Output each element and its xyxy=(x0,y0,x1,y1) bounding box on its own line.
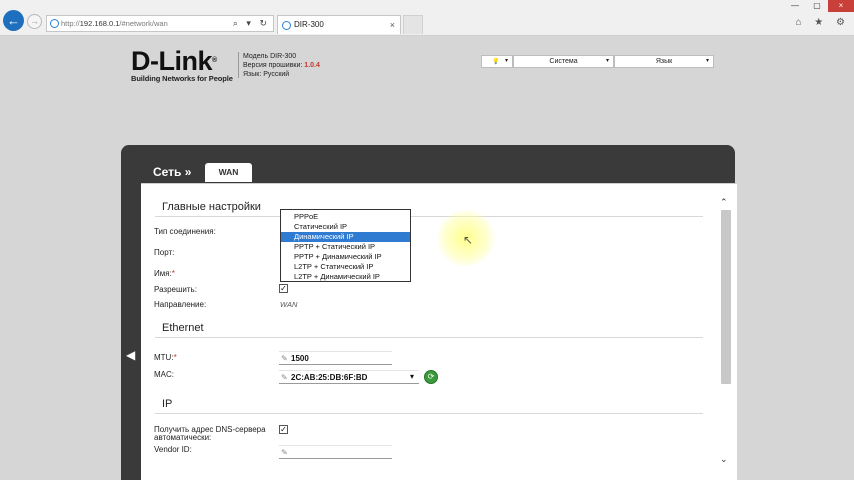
dns-auto-label: Получить адрес DNS-сервера автоматически… xyxy=(154,425,266,442)
logo-text: D-Link xyxy=(131,46,213,76)
mtu-value: 1500 xyxy=(291,354,309,363)
scrollbar-thumb[interactable] xyxy=(721,210,731,384)
direction-label: Направление: xyxy=(154,300,207,309)
dropdown-option[interactable]: L2TP + Динамический IP xyxy=(281,272,410,282)
back-icon[interactable]: ← xyxy=(3,10,24,31)
bulb-menu[interactable]: 💡 ▾ xyxy=(481,55,513,68)
chevron-down-icon: ▾ xyxy=(504,58,508,64)
maximize-icon[interactable]: ▢ xyxy=(806,0,828,12)
dns-auto-checkbox[interactable]: ✓ xyxy=(279,425,288,434)
name-label-text: Имя: xyxy=(154,269,172,278)
cursor-icon: ↖ xyxy=(463,233,474,247)
address-tools-icon[interactable]: ⌕ ▾ ↻ xyxy=(233,16,270,31)
scroll-up-icon[interactable]: ⌃ xyxy=(720,197,728,208)
mtu-label-text: MTU: xyxy=(154,353,174,362)
system-menu-label: Система xyxy=(549,58,578,65)
port-label: Порт: xyxy=(154,248,175,257)
pen-icon: ✎ xyxy=(281,354,288,363)
url-path: /#network/wan xyxy=(119,19,168,28)
bulb-icon: 💡 xyxy=(492,59,500,65)
chevron-down-icon: ▾ xyxy=(605,58,609,64)
header-divider xyxy=(238,52,239,78)
tab-wan[interactable]: WAN xyxy=(205,163,252,182)
divider xyxy=(155,216,703,217)
mac-dropdown-icon[interactable]: ▾ xyxy=(410,372,414,381)
language-line: Язык: Русский xyxy=(243,71,290,78)
firmware-version: 1.0.4 xyxy=(304,62,320,69)
logo-tagline: Building Networks for People xyxy=(131,74,233,83)
forward-icon[interactable]: → xyxy=(27,14,42,29)
left-strip xyxy=(121,189,141,480)
main-settings-title: Главные настройки xyxy=(162,201,261,213)
browser-tab[interactable]: DIR-300 × xyxy=(277,15,401,34)
mac-label: MAC: xyxy=(154,370,174,379)
favicon-icon xyxy=(282,21,291,30)
new-tab-button[interactable] xyxy=(403,15,423,34)
language-menu-label: Язык xyxy=(655,58,673,65)
allow-checkbox[interactable]: ✓ xyxy=(279,284,288,293)
dropdown-option[interactable]: PPPoE xyxy=(281,212,410,222)
device-info: Модель DIR-300 Версия прошивки: 1.0.4 Яз… xyxy=(243,52,320,79)
home-star-gear-icons[interactable]: ⌂ ★ ⚙ xyxy=(795,17,850,28)
window-controls: — ▢ × xyxy=(784,0,854,12)
direction-value: WAN xyxy=(280,300,298,309)
name-label: Имя:* xyxy=(154,269,175,278)
chevron-down-icon: ▾ xyxy=(705,58,709,64)
url-host: 192.168.0.1 xyxy=(79,19,120,28)
vendor-id-label: Vendor ID: xyxy=(154,445,192,454)
ethernet-title: Ethernet xyxy=(162,322,204,334)
dlink-logo: D-Link® Building Networks for People xyxy=(131,46,233,84)
dropdown-option[interactable]: PPTP + Статический IP xyxy=(281,242,410,252)
required-mark: * xyxy=(171,269,175,278)
model-line: Модель DIR-300 xyxy=(243,53,297,60)
dropdown-option[interactable]: PPTP + Динамический IP xyxy=(281,252,410,262)
firmware-label: Версия прошивки: xyxy=(243,62,303,69)
minimize-icon[interactable]: — xyxy=(784,0,806,12)
vendor-id-field[interactable]: ✎ xyxy=(279,445,392,459)
connection-type-dropdown[interactable]: PPPoE Статический IP Динамический IP PPT… xyxy=(280,209,411,282)
logo-registered: ® xyxy=(212,57,217,64)
ip-title: IP xyxy=(162,398,173,410)
close-window-icon[interactable]: × xyxy=(828,0,854,12)
pen-icon: ✎ xyxy=(281,448,288,457)
dropdown-option[interactable]: Статический IP xyxy=(281,222,410,232)
mtu-field[interactable]: ✎ 1500 xyxy=(279,351,392,365)
tab-title: DIR-300 xyxy=(294,20,324,29)
divider xyxy=(155,413,703,414)
language-menu[interactable]: Язык ▾ xyxy=(614,55,714,68)
top-menus: 💡 ▾ Система ▾ Язык ▾ xyxy=(481,55,714,68)
pen-icon: ✎ xyxy=(281,373,288,382)
required-mark: * xyxy=(173,353,177,362)
mac-value: 2C:AB:25:DB:6F:BD xyxy=(291,373,368,382)
mtu-label: MTU:* xyxy=(154,353,177,362)
dropdown-option-selected[interactable]: Динамический IP xyxy=(281,232,410,242)
clone-mac-button[interactable]: ⟳ xyxy=(424,370,438,384)
system-menu[interactable]: Система ▾ xyxy=(513,55,614,68)
collapse-icon[interactable]: ◀ xyxy=(126,348,135,362)
url-prefix: http:// xyxy=(61,19,80,28)
tab-close-icon[interactable]: × xyxy=(390,16,395,34)
dropdown-option[interactable]: L2TP + Статический IP xyxy=(281,262,410,272)
mac-field[interactable]: ✎ 2C:AB:25:DB:6F:BD xyxy=(279,370,419,384)
browser-chrome: ← → http://192.168.0.1/#network/wan ⌕ ▾ … xyxy=(0,0,854,36)
address-bar[interactable]: http://192.168.0.1/#network/wan ⌕ ▾ ↻ xyxy=(46,15,274,32)
allow-label: Разрешить: xyxy=(154,285,197,294)
divider xyxy=(155,337,703,338)
page-title[interactable]: Сеть » xyxy=(153,165,191,179)
globe-icon xyxy=(50,19,59,28)
scroll-down-icon[interactable]: ⌄ xyxy=(720,454,728,465)
connection-type-label: Тип соединения: xyxy=(154,227,216,236)
